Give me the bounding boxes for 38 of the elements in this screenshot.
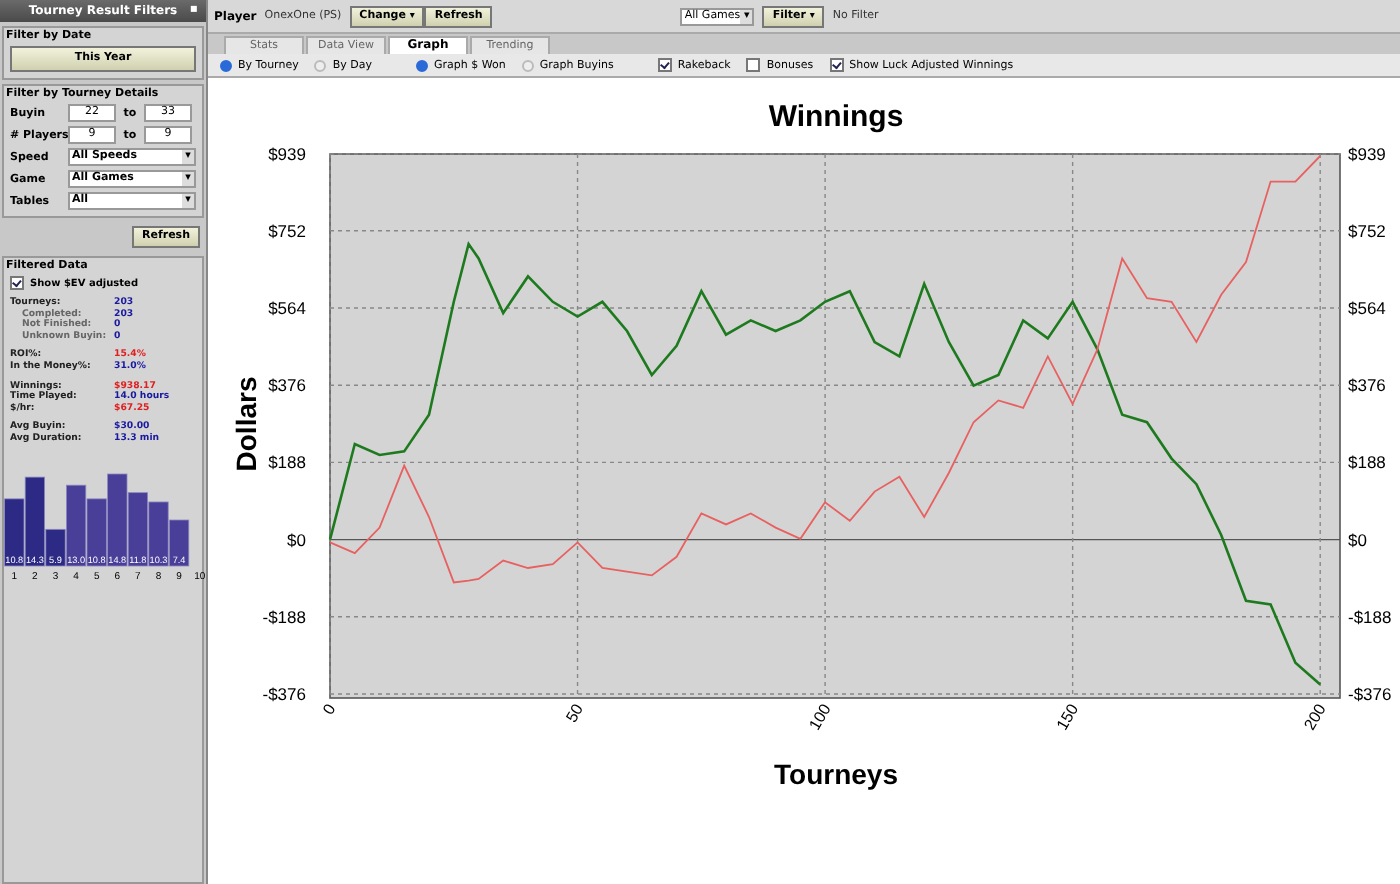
histogram-bar bbox=[127, 491, 148, 566]
radio-button[interactable] bbox=[220, 59, 232, 71]
radio-button[interactable] bbox=[314, 59, 327, 71]
checkbox[interactable] bbox=[10, 276, 24, 290]
checkbox[interactable] bbox=[657, 58, 672, 72]
y-tick-label: $188 bbox=[1348, 452, 1386, 473]
x-tick-label: 200 bbox=[1300, 701, 1330, 734]
histogram-bar bbox=[148, 500, 169, 566]
y-tick-label: -$376 bbox=[262, 684, 306, 704]
x-tick-label: 100 bbox=[805, 701, 835, 734]
checkbox[interactable] bbox=[746, 58, 761, 72]
radio-button[interactable] bbox=[521, 59, 534, 71]
y-tick-label: $376 bbox=[268, 375, 306, 396]
y-tick-label: $939 bbox=[268, 144, 306, 164]
y-tick-label: $752 bbox=[268, 220, 306, 241]
y-tick-label: $188 bbox=[268, 452, 306, 473]
x-tick-label: 50 bbox=[562, 701, 587, 726]
y-tick-label: -$376 bbox=[1348, 684, 1392, 704]
y-tick-label: $752 bbox=[1348, 220, 1386, 241]
y-tick-label: $564 bbox=[268, 298, 306, 318]
y-tick-label: $376 bbox=[1348, 375, 1386, 396]
y-tick-label: $564 bbox=[1348, 298, 1386, 318]
y-tick-label: $0 bbox=[287, 529, 306, 550]
x-tick-label: 150 bbox=[1053, 701, 1083, 734]
histogram-bar bbox=[169, 518, 190, 566]
y-axis-title: Dollars bbox=[230, 376, 262, 472]
x-axis-title: Tourneys bbox=[774, 758, 898, 790]
histogram-bar bbox=[4, 497, 25, 566]
y-tick-label: $939 bbox=[1348, 144, 1386, 164]
x-tick-label: 0 bbox=[319, 701, 340, 718]
histogram-bar bbox=[86, 497, 107, 566]
checkbox[interactable] bbox=[829, 58, 844, 72]
radio-button[interactable] bbox=[415, 59, 428, 71]
histogram-bar bbox=[107, 472, 128, 566]
y-tick-label: -$188 bbox=[262, 606, 306, 627]
y-tick-label: -$188 bbox=[1348, 606, 1392, 627]
chart-title: Winnings bbox=[768, 100, 904, 134]
y-tick-label: $0 bbox=[1348, 529, 1367, 550]
